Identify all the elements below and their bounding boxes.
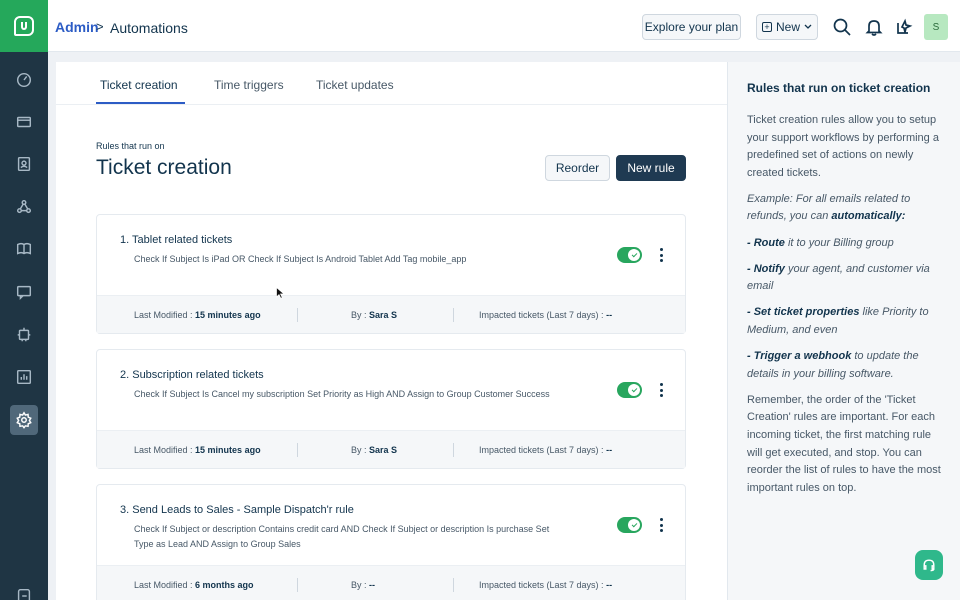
modified-by: By : Sara S [351,445,398,455]
rule-footer: Last Modified : 15 minutes ago By : Sara… [97,430,685,468]
tickets-icon[interactable] [11,109,37,135]
breadcrumb-separator: > [96,19,104,34]
rule-description: Check If Subject or description Contains… [134,524,550,549]
help-panel: Rules that run on ticket creation Ticket… [727,62,960,600]
main-panel: Ticket creation Time triggers Ticket upd… [56,62,727,600]
reorder-button[interactable]: Reorder [545,155,610,181]
new-rule-button[interactable]: New rule [616,155,686,181]
rule-title[interactable]: 2. Subscription related tickets [120,369,264,381]
help-intro: Ticket creation rules allow you to setup… [747,114,939,179]
avatar[interactable]: S [924,14,948,40]
page-eyebrow: Rules that run on [96,141,165,151]
rule-description: Check If Subject Is Cancel my subscripti… [134,389,550,399]
help-bullet-webhook: - Trigger a webhook to update the detail… [747,350,919,380]
last-modified: Last Modified : 15 minutes ago [134,445,261,455]
tab-ticket-creation[interactable]: Ticket creation [100,78,178,92]
more-options-icon[interactable] [657,247,665,263]
contacts-icon[interactable] [11,151,37,177]
new-button-label: New [775,20,800,34]
logo-icon [14,16,34,36]
breadcrumb-current: Automations [110,20,188,36]
headset-icon [923,559,935,572]
impacted-tickets: Impacted tickets (Last 7 days) : -- [479,445,613,455]
help-title: Rules that run on ticket creation [747,81,931,95]
explore-plan-button[interactable]: Explore your plan [642,14,741,40]
logout-icon[interactable] [11,583,37,600]
sparkle-icon[interactable] [894,17,914,37]
left-nav-rail [0,0,48,600]
rule-title[interactable]: 3. Send Leads to Sales - Sample Dispatch… [120,504,354,516]
tab-bar: Ticket creation Time triggers Ticket upd… [56,62,727,105]
chat-icon[interactable] [11,279,37,305]
tab-time-triggers[interactable]: Time triggers [214,78,284,92]
rule-title[interactable]: 1. Tablet related tickets [120,234,232,246]
rule-enabled-toggle[interactable] [617,247,642,263]
rule-enabled-toggle[interactable] [617,517,642,533]
plus-icon: + [761,22,772,32]
mouse-cursor [276,286,285,299]
rule-footer: Last Modified : 6 months ago By : -- Imp… [97,565,685,600]
rule-card[interactable]: 2. Subscription related tickets Check If… [96,349,686,469]
active-tab-indicator [96,102,185,104]
rule-card[interactable]: 1. Tablet related tickets Check If Subje… [96,214,686,334]
new-dropdown-button[interactable]: + New [756,14,818,40]
rule-card[interactable]: 3. Send Leads to Sales - Sample Dispatch… [96,484,686,600]
help-bullet-route: - Route it to your Billing group [747,236,894,249]
help-example: Example: For all emails related to refun… [747,192,911,223]
bell-icon[interactable] [864,17,884,37]
app-logo[interactable] [0,0,48,52]
dashboard-icon[interactable] [11,67,37,93]
book-icon[interactable] [11,236,37,262]
more-options-icon[interactable] [657,382,665,398]
settings-icon[interactable] [10,405,38,435]
help-bullet-properties: - Set ticket properties like Priority to… [747,306,929,336]
reports-icon[interactable] [11,364,37,390]
modified-by: By : -- [351,580,376,590]
breadcrumb-admin-link[interactable]: Admin [55,19,99,35]
groups-icon[interactable] [11,194,37,220]
more-options-icon[interactable] [657,517,665,533]
help-bullet-notify: - Notify your agent, and customer via em… [747,262,930,293]
last-modified: Last Modified : 15 minutes ago [134,310,261,320]
last-modified: Last Modified : 6 months ago [134,580,254,590]
rule-footer: Last Modified : 15 minutes ago By : Sara… [97,295,685,333]
chevron-down-icon [804,24,812,29]
bot-icon[interactable] [11,321,37,347]
modified-by: By : Sara S [351,310,398,320]
search-icon[interactable] [832,17,852,37]
page-title: Ticket creation [96,156,232,179]
top-bar: Admin > Automations Explore your plan + … [48,0,960,52]
impacted-tickets: Impacted tickets (Last 7 days) : -- [479,580,613,590]
rule-description: Check If Subject Is iPad OR Check If Sub… [134,254,467,264]
rule-enabled-toggle[interactable] [617,382,642,398]
tab-ticket-updates[interactable]: Ticket updates [316,78,394,92]
help-closing: Remember, the order of the 'Ticket Creat… [747,393,941,494]
support-chat-button[interactable] [915,550,943,580]
impacted-tickets: Impacted tickets (Last 7 days) : -- [479,310,613,320]
